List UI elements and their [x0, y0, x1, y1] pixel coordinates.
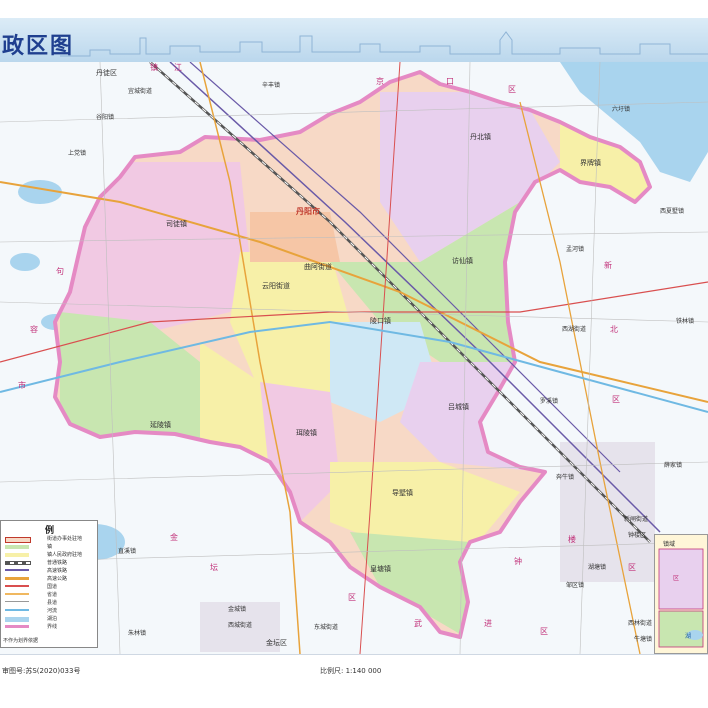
place-label-dantu[interactable]: 丹徒区 [96, 68, 117, 78]
legend-symbol [5, 601, 29, 602]
map-title: 政区图 [2, 34, 75, 59]
place-label-xuejia[interactable]: 薛家镇 [664, 460, 682, 469]
place-label-zhulin[interactable]: 朱林镇 [128, 628, 146, 637]
district-char: 钟 [514, 557, 522, 566]
legend-symbol [5, 625, 29, 628]
map-legend: 例 街道办事处驻地 镇 镇人民政府驻地 普通铁路 高速铁路 高速公路 国道 省道… [0, 520, 98, 648]
town-label-city-seat[interactable]: 丹阳市 [296, 206, 320, 217]
legend-label: 省道 [47, 592, 58, 598]
place-label-xilin[interactable]: 西林街道 [628, 618, 652, 627]
place-label-xihu-n[interactable]: 西湖街道 [562, 324, 586, 333]
district-char: 北 [610, 325, 618, 334]
legend-note: 不作为划界依据 [3, 638, 39, 644]
district-char: 区 [508, 85, 516, 94]
district-char: 金 [170, 533, 178, 542]
district-char: 区 [348, 593, 356, 602]
place-label-guyang[interactable]: 谷阳镇 [96, 112, 114, 121]
district-char: 武 [414, 619, 422, 628]
place-label-niutang[interactable]: 牛塘镇 [634, 634, 652, 643]
district-char: 进 [484, 619, 492, 628]
town-label-erling[interactable]: 珥陵镇 [296, 428, 317, 438]
legend-label: 国道 [47, 584, 58, 590]
legend-label: 界线 [47, 624, 58, 630]
place-label-jintan[interactable]: 金坛区 [266, 638, 287, 648]
town-label-lucheng[interactable]: 吕城镇 [448, 402, 469, 412]
district-char: 区 [540, 627, 548, 636]
place-label-xicheng[interactable]: 西城街道 [228, 620, 252, 629]
place-label-xinzha[interactable]: 新闸街道 [624, 514, 648, 523]
district-char: 容 [30, 325, 38, 334]
district-char: 京 [376, 77, 384, 86]
town-label-yunyang[interactable]: 云阳街道 [262, 281, 290, 291]
legend-symbol [5, 593, 29, 595]
town-label-huangtang[interactable]: 皇塘镇 [370, 564, 391, 574]
legend-symbol [5, 585, 29, 587]
legend-symbol [5, 561, 31, 565]
inset-svg [658, 548, 704, 648]
district-char: 市 [18, 381, 26, 390]
place-label-xixiashu[interactable]: 西夏墅镇 [660, 206, 684, 215]
district-char: 区 [612, 395, 620, 404]
map-sheet: 政区图 丹阳市 丹北镇 界牌镇 访仙镇 司徒镇 云阳街道 曲阿街道 陵口镇 延陵… [0, 0, 708, 708]
place-label-jincheng[interactable]: 金城镇 [228, 604, 246, 613]
map-canvas[interactable]: 丹阳市 丹北镇 界牌镇 访仙镇 司徒镇 云阳街道 曲阿街道 陵口镇 延陵镇 珥陵… [0, 62, 708, 654]
legend-label: 高速铁路 [47, 568, 68, 574]
skyline-decoration [60, 31, 708, 57]
legend-symbol [5, 545, 29, 549]
legend-symbol [5, 577, 29, 580]
inset-map[interactable]: 镇域 区 湖 [654, 534, 708, 654]
legend-row: 界线 [5, 623, 95, 632]
town-label-yanling[interactable]: 延陵镇 [150, 420, 171, 430]
district-char: 句 [56, 267, 64, 276]
town-label-lingkou[interactable]: 陵口镇 [370, 316, 391, 326]
legend-symbol [5, 609, 29, 611]
inset-label: 镇域 [663, 541, 676, 548]
legend-label: 普通铁路 [47, 560, 68, 566]
place-label-luoxi[interactable]: 罗溪镇 [540, 396, 558, 405]
legend-label: 镇 [47, 544, 53, 550]
town-label-danbei[interactable]: 丹北镇 [470, 132, 491, 142]
place-label-xinfeng[interactable]: 辛丰镇 [262, 80, 280, 89]
place-label-tielin[interactable]: 铁林镇 [676, 316, 694, 325]
town-label-daoshu[interactable]: 导墅镇 [392, 488, 413, 498]
title-band [0, 18, 708, 64]
place-label-yicheng[interactable]: 宜城街道 [128, 86, 152, 95]
town-label-situ[interactable]: 司徒镇 [166, 219, 187, 229]
town-label-fangxian[interactable]: 访仙镇 [452, 256, 473, 266]
legend-symbol [5, 617, 29, 622]
town-label-jiepai[interactable]: 界牌镇 [580, 158, 601, 168]
inset-label: 区 [673, 575, 680, 582]
district-char: 坛 [210, 563, 218, 572]
legend-symbol [5, 553, 29, 557]
place-label-zhixi[interactable]: 直溪镇 [118, 546, 136, 555]
legend-label: 镇人民政府驻地 [47, 552, 83, 558]
place-label-zhonglou[interactable]: 钟楼区 [628, 530, 646, 539]
district-char: 区 [628, 563, 636, 572]
place-label-dongcheng[interactable]: 东城街道 [314, 622, 338, 631]
place-label-zouqu[interactable]: 邹区镇 [566, 580, 584, 589]
place-label-hutang[interactable]: 湖塘镇 [588, 562, 606, 571]
district-char: 楼 [568, 535, 576, 544]
district-char: 江 [174, 63, 182, 72]
legend-symbol [5, 569, 29, 571]
place-label-menghe[interactable]: 孟河镇 [566, 244, 584, 253]
scale-text: 比例尺: 1:140 000 [320, 667, 382, 675]
district-char: 新 [604, 261, 612, 270]
inset-label: 湖 [685, 633, 692, 640]
approval-number: 审图号:苏S(2020)033号 [2, 667, 81, 675]
district-char: 镇 [150, 63, 158, 72]
district-char: 口 [446, 77, 454, 86]
place-label-shangdang[interactable]: 上党镇 [68, 148, 86, 157]
place-label-liuwei[interactable]: 六圩镇 [612, 104, 630, 113]
legend-label: 县道 [47, 600, 58, 606]
legend-label: 街道办事处驻地 [47, 536, 83, 542]
town-label-qua[interactable]: 曲阿街道 [304, 262, 332, 272]
legend-label: 湖泊 [47, 616, 58, 622]
place-label-benniu[interactable]: 奔牛镇 [556, 472, 574, 481]
legend-label: 河流 [47, 608, 58, 614]
legend-label: 高速公路 [47, 576, 68, 582]
